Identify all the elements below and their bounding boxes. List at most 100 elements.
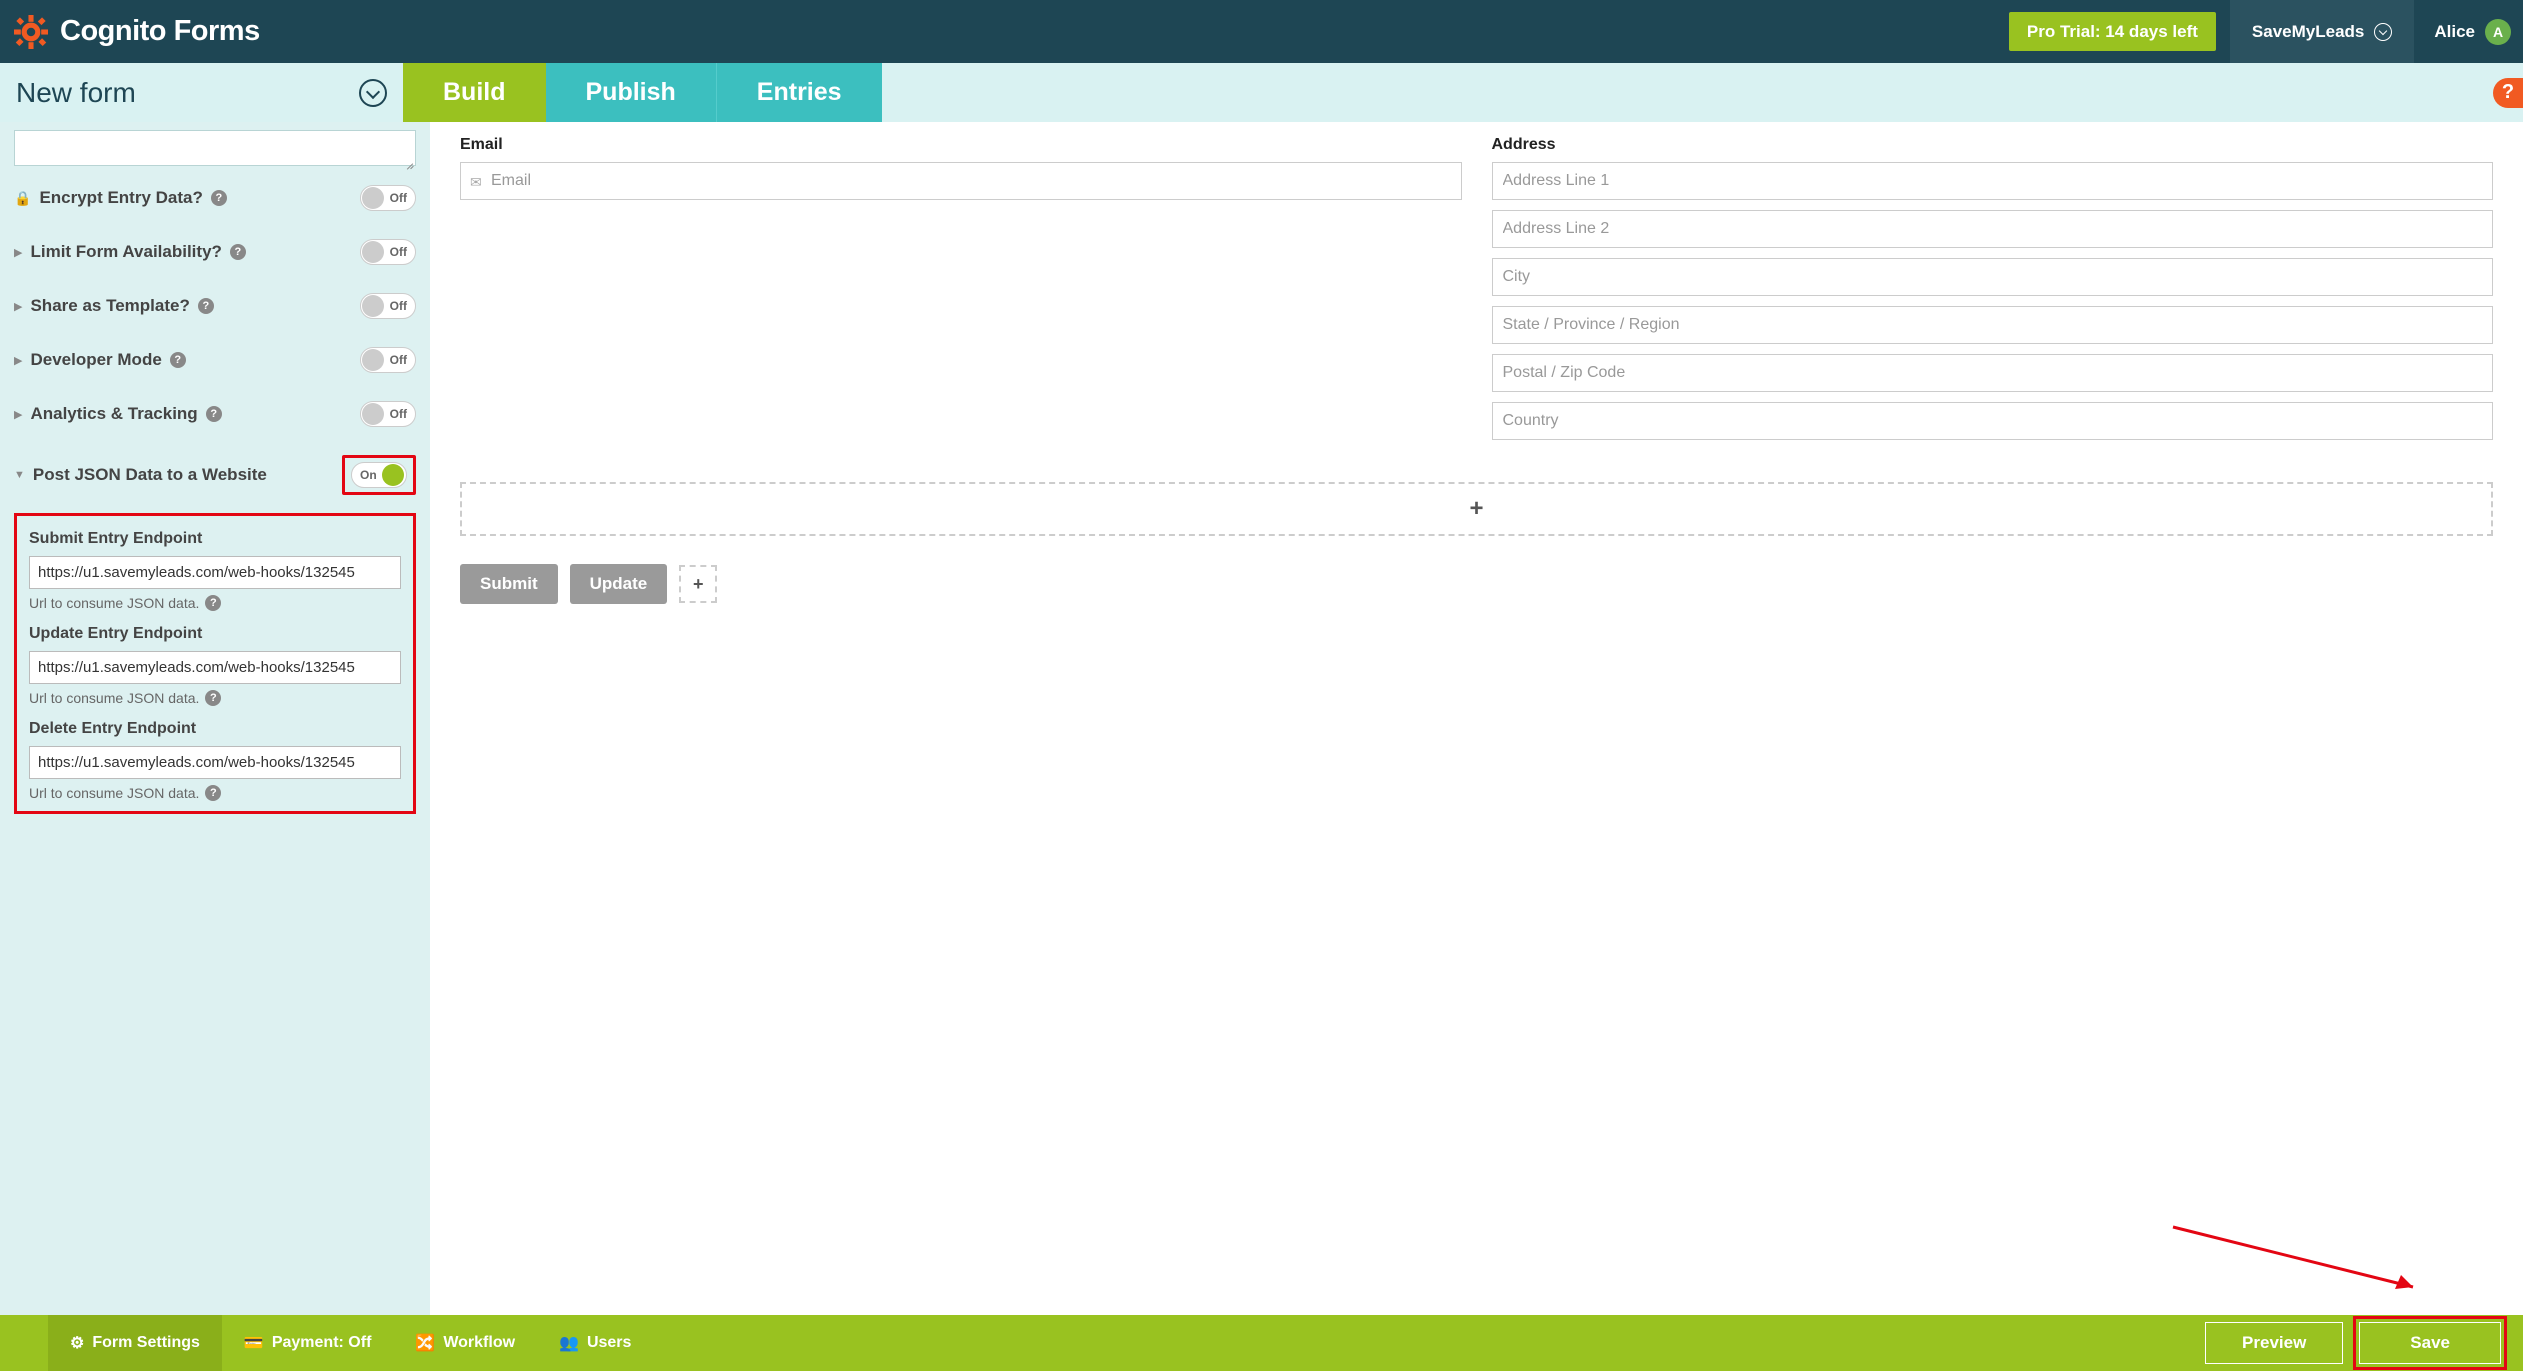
sidebar-textarea[interactable]	[14, 130, 416, 166]
form-name[interactable]: New form	[16, 77, 136, 109]
lock-icon: 🔒	[14, 190, 31, 207]
setting-label: Analytics & Tracking	[30, 404, 197, 424]
trial-badge[interactable]: Pro Trial: 14 days left	[2009, 12, 2216, 51]
sidebar-textarea-wrap	[14, 130, 416, 171]
endpoint-title: Delete Entry Endpoint	[29, 720, 401, 738]
nav-workflow[interactable]: 🔀 Workflow	[393, 1315, 537, 1371]
add-action-button[interactable]: +	[679, 565, 717, 603]
main: 🔒 Encrypt Entry Data? ? Off ▶ Limit Form…	[0, 122, 2523, 1315]
nav-payment[interactable]: 💳 Payment: Off	[222, 1315, 394, 1371]
tab-build[interactable]: Build	[403, 63, 546, 122]
endpoint-title: Update Entry Endpoint	[29, 625, 401, 643]
avatar: A	[2485, 19, 2511, 45]
email-input[interactable]	[460, 162, 1462, 200]
setting-developer-label-wrap[interactable]: ▶ Developer Mode ?	[14, 350, 186, 370]
field-label: Address	[1492, 136, 2494, 154]
endpoint-update-input[interactable]	[29, 651, 401, 684]
toggle-share[interactable]: Off	[360, 293, 416, 319]
bottom-right: Preview Save	[2205, 1315, 2523, 1371]
preview-button[interactable]: Preview	[2205, 1322, 2343, 1364]
submit-action-button[interactable]: Submit	[460, 564, 558, 604]
highlight-box-endpoints: Submit Entry Endpoint Url to consume JSO…	[14, 513, 416, 814]
nav-label: Users	[587, 1334, 631, 1352]
toggle-post-json[interactable]: On	[351, 462, 407, 488]
help-icon[interactable]: ?	[205, 785, 221, 801]
card-icon: 💳	[244, 1333, 264, 1353]
address-line2-input[interactable]	[1492, 210, 2494, 248]
user-name: Alice	[2434, 22, 2475, 42]
endpoint-help: Url to consume JSON data.?	[29, 690, 401, 706]
toggle-developer[interactable]: Off	[360, 347, 416, 373]
sidebar: 🔒 Encrypt Entry Data? ? Off ▶ Limit Form…	[0, 122, 430, 1315]
help-icon[interactable]: ?	[205, 595, 221, 611]
setting-analytics-label-wrap[interactable]: ▶ Analytics & Tracking ?	[14, 404, 222, 424]
setting-post-json: ▼ Post JSON Data to a Website On	[14, 441, 416, 509]
triangle-right-icon: ▶	[14, 354, 22, 367]
setting-share-label-wrap[interactable]: ▶ Share as Template? ?	[14, 296, 214, 316]
toggle-limit[interactable]: Off	[360, 239, 416, 265]
address-postal-input[interactable]	[1492, 354, 2494, 392]
nav-users[interactable]: 👥 Users	[537, 1315, 653, 1371]
setting-share: ▶ Share as Template? ? Off	[14, 279, 416, 333]
field-email[interactable]: Email ✉	[460, 136, 1462, 450]
address-country-input[interactable]	[1492, 402, 2494, 440]
tab-publish[interactable]: Publish	[546, 63, 717, 122]
setting-label: Limit Form Availability?	[30, 242, 221, 262]
toggle-analytics[interactable]: Off	[360, 401, 416, 427]
shuffle-icon: 🔀	[415, 1333, 435, 1353]
setting-analytics: ▶ Analytics & Tracking ? Off	[14, 387, 416, 441]
envelope-icon: ✉	[470, 174, 482, 191]
setting-encrypt-label-wrap[interactable]: 🔒 Encrypt Entry Data? ?	[14, 188, 227, 208]
nav-form-settings[interactable]: ⚙ Form Settings	[48, 1315, 222, 1371]
endpoint-delete-input[interactable]	[29, 746, 401, 779]
logo-gear-icon	[14, 15, 48, 49]
tab-entries[interactable]: Entries	[717, 63, 882, 122]
nav-label: Workflow	[443, 1334, 515, 1352]
setting-developer: ▶ Developer Mode ? Off	[14, 333, 416, 387]
form-name-area: New form	[0, 63, 403, 122]
help-icon[interactable]: ?	[211, 190, 227, 206]
org-dropdown[interactable]: SaveMyLeads	[2230, 0, 2414, 63]
help-icon[interactable]: ?	[170, 352, 186, 368]
endpoint-submit: Submit Entry Endpoint Url to consume JSO…	[29, 530, 401, 611]
canvas: Email ✉ Address + Submit Update +	[430, 122, 2523, 1315]
nav-label: Payment: Off	[272, 1334, 372, 1352]
sub-bar: New form Build Publish Entries ?	[0, 63, 2523, 122]
help-button[interactable]: ?	[2493, 78, 2523, 108]
field-label: Email	[460, 136, 1462, 154]
nav-label: Form Settings	[92, 1334, 200, 1352]
address-line1-input[interactable]	[1492, 162, 2494, 200]
setting-post-json-label-wrap[interactable]: ▼ Post JSON Data to a Website	[14, 465, 267, 485]
logo[interactable]: Cognito Forms	[14, 15, 260, 49]
address-city-input[interactable]	[1492, 258, 2494, 296]
add-field-zone[interactable]: +	[460, 482, 2493, 536]
help-icon[interactable]: ?	[206, 406, 222, 422]
setting-limit-label-wrap[interactable]: ▶ Limit Form Availability? ?	[14, 242, 246, 262]
address-state-input[interactable]	[1492, 306, 2494, 344]
field-address[interactable]: Address	[1492, 136, 2494, 450]
form-dropdown-toggle[interactable]	[359, 79, 387, 107]
triangle-down-icon: ▼	[14, 469, 25, 481]
help-icon[interactable]: ?	[198, 298, 214, 314]
top-bar: Cognito Forms Pro Trial: 14 days left Sa…	[0, 0, 2523, 63]
user-menu[interactable]: Alice A	[2414, 0, 2523, 63]
bottom-bar: ⚙ Form Settings 💳 Payment: Off 🔀 Workflo…	[0, 1315, 2523, 1371]
setting-encrypt: 🔒 Encrypt Entry Data? ? Off	[14, 171, 416, 225]
endpoint-update: Update Entry Endpoint Url to consume JSO…	[29, 625, 401, 706]
update-action-button[interactable]: Update	[570, 564, 668, 604]
setting-label: Share as Template?	[30, 296, 189, 316]
chevron-down-icon	[2374, 23, 2392, 41]
endpoint-submit-input[interactable]	[29, 556, 401, 589]
endpoint-help: Url to consume JSON data.?	[29, 595, 401, 611]
resize-handle-icon[interactable]	[404, 159, 414, 169]
endpoint-delete: Delete Entry Endpoint Url to consume JSO…	[29, 720, 401, 801]
gear-icon: ⚙	[70, 1333, 84, 1353]
toggle-encrypt[interactable]: Off	[360, 185, 416, 211]
save-button[interactable]: Save	[2359, 1322, 2501, 1364]
highlight-box-save: Save	[2353, 1316, 2507, 1370]
setting-label: Developer Mode	[30, 350, 161, 370]
email-input-wrap: ✉	[460, 162, 1462, 210]
org-name: SaveMyLeads	[2252, 22, 2364, 42]
help-icon[interactable]: ?	[205, 690, 221, 706]
help-icon[interactable]: ?	[230, 244, 246, 260]
